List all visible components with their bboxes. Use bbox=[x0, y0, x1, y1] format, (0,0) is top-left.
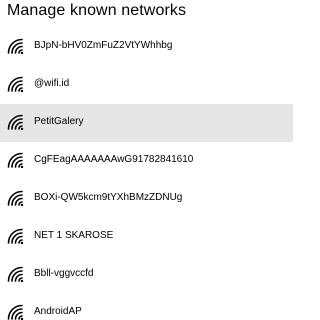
manage-known-networks-page: Manage known networks BJpN-bHV0ZmFuZ2VtY… bbox=[0, 0, 300, 320]
network-name: PetitGalery bbox=[34, 116, 84, 127]
network-item-1[interactable]: @wifi.id bbox=[0, 66, 293, 104]
network-item-6[interactable]: Bbll-vggvccfd bbox=[0, 256, 293, 294]
known-networks-list: BJpN-bHV0ZmFuZ2VtYWhhbg @wifi.id PetitGa… bbox=[0, 28, 293, 320]
wifi-signal-icon bbox=[7, 304, 27, 320]
network-item-0[interactable]: BJpN-bHV0ZmFuZ2VtYWhhbg bbox=[0, 28, 293, 66]
network-name: BJpN-bHV0ZmFuZ2VtYWhhbg bbox=[34, 40, 173, 51]
network-item-3[interactable]: CgFEagAAAAAAAwG91782841610 bbox=[0, 142, 293, 180]
network-name: AndroidAP bbox=[34, 306, 82, 317]
wifi-signal-icon bbox=[7, 152, 27, 168]
network-name: Bbll-vggvccfd bbox=[34, 268, 94, 279]
network-item-5[interactable]: NET 1 SKAROSE bbox=[0, 218, 293, 256]
network-name: @wifi.id bbox=[34, 78, 70, 89]
wifi-signal-icon bbox=[7, 190, 27, 206]
wifi-signal-icon bbox=[7, 228, 27, 244]
network-item-2[interactable]: PetitGalery bbox=[0, 104, 293, 142]
network-item-7[interactable]: AndroidAP bbox=[0, 294, 293, 320]
network-name: NET 1 SKAROSE bbox=[34, 230, 114, 241]
wifi-signal-icon bbox=[7, 266, 27, 282]
page-title: Manage known networks bbox=[7, 2, 187, 19]
wifi-signal-icon bbox=[7, 114, 27, 130]
network-item-4[interactable]: BOXi-QW5kcm9tYXhBMzZDNUg bbox=[0, 180, 293, 218]
wifi-signal-icon bbox=[7, 38, 27, 54]
wifi-signal-icon bbox=[7, 76, 27, 92]
network-name: BOXi-QW5kcm9tYXhBMzZDNUg bbox=[34, 192, 183, 203]
network-name: CgFEagAAAAAAAwG91782841610 bbox=[34, 154, 194, 165]
